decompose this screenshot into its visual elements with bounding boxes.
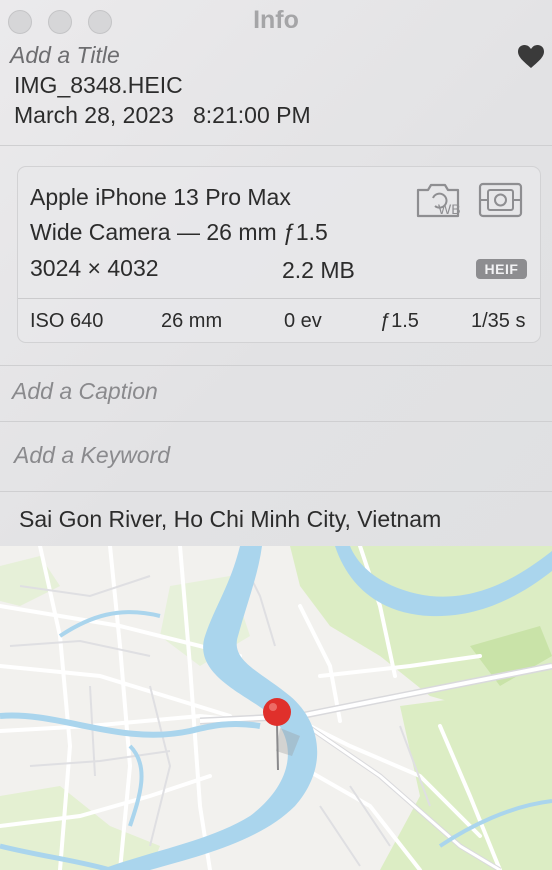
minimize-button[interactable] xyxy=(48,10,72,34)
card-divider xyxy=(18,298,540,299)
location-name: Sai Gon River, Ho Chi Minh City, Vietnam xyxy=(19,506,442,532)
divider xyxy=(0,365,552,366)
image-dimensions: 3024 × 4032 xyxy=(30,255,159,281)
file-name: IMG_8348.HEIC xyxy=(14,72,183,98)
exif-iso: ISO 640 xyxy=(30,310,104,332)
exif-aperture: ƒ1.5 xyxy=(380,310,419,332)
close-button[interactable] xyxy=(8,10,32,34)
divider xyxy=(0,421,552,422)
zoom-button[interactable] xyxy=(88,10,112,34)
camera-info-card: Apple iPhone 13 Pro Max Wide Camera — 26… xyxy=(17,166,541,343)
add-keyword-field[interactable]: Add a Keyword xyxy=(14,442,170,469)
metering-mode-icon xyxy=(478,182,523,218)
format-badge: HEIF xyxy=(476,259,527,279)
map-canvas xyxy=(0,546,552,870)
exif-shutter-speed: 1/35 s xyxy=(471,310,526,332)
add-caption-field[interactable]: Add a Caption xyxy=(12,378,158,405)
location-map[interactable] xyxy=(0,546,552,870)
info-window: Info Add a Title IMG_8348.HEIC March 28,… xyxy=(0,0,552,870)
camera-model: Apple iPhone 13 Pro Max xyxy=(30,184,291,210)
file-size: 2.2 MB xyxy=(282,257,355,283)
title-bar: Info xyxy=(0,0,552,42)
svg-text:WB: WB xyxy=(438,201,461,217)
exif-exposure-bias: 0 ev xyxy=(284,310,322,332)
lens-info: Wide Camera — 26 mm ƒ1.5 xyxy=(30,219,328,245)
white-balance-icon: WB xyxy=(416,183,461,218)
heart-icon[interactable] xyxy=(517,44,545,70)
exif-focal-length: 26 mm xyxy=(161,310,223,332)
capture-date: March 28, 2023 xyxy=(14,102,174,128)
capture-time: 8:21:00 PM xyxy=(193,102,311,128)
divider xyxy=(0,491,552,492)
divider xyxy=(0,145,552,146)
capture-date-time: March 28, 2023 8:21:00 PM xyxy=(14,102,311,129)
window-title: Info xyxy=(253,6,299,34)
add-title-field[interactable]: Add a Title xyxy=(10,42,120,69)
